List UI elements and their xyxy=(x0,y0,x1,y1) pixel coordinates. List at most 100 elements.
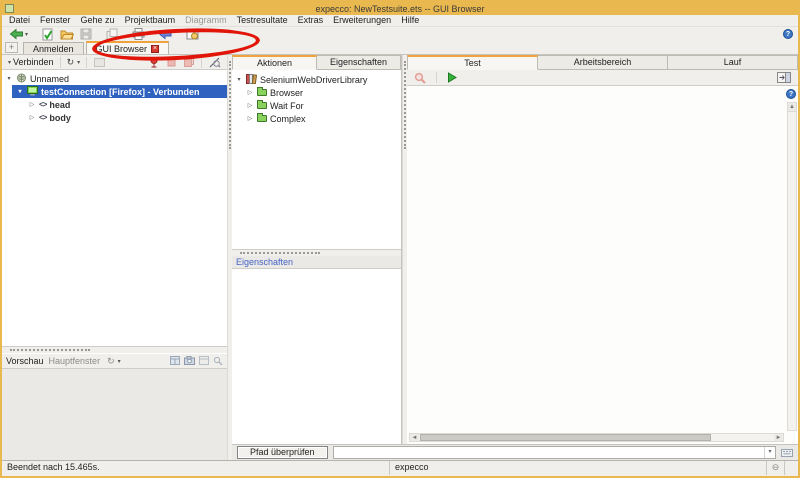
tree-row-complex[interactable]: ▷ Complex xyxy=(232,112,401,125)
menu-testresultate[interactable]: Testresultate xyxy=(232,15,293,26)
menu-datei[interactable]: Datei xyxy=(4,15,35,26)
accept-document-button[interactable] xyxy=(39,28,57,41)
tab-eigenschaften[interactable]: Eigenschaften xyxy=(317,55,401,70)
camera-icon[interactable] xyxy=(184,356,195,367)
tree-row-browser[interactable]: ▷ Browser xyxy=(232,86,401,99)
actions-panel: Aktionen Eigenschaften ▾ SeleniumWebDriv… xyxy=(232,55,402,444)
printer-icon xyxy=(132,28,145,40)
tree-row-wait-for[interactable]: ▷ Wait For xyxy=(232,99,401,112)
path-input[interactable]: ▾ xyxy=(333,446,776,459)
run-button[interactable] xyxy=(444,71,460,84)
scrollbar-thumb[interactable] xyxy=(420,434,711,441)
status-message: Beendet nach 15.465s. xyxy=(2,461,390,475)
window-grid-icon[interactable] xyxy=(170,356,180,367)
menu-projektbaum[interactable]: Projektbaum xyxy=(120,15,181,26)
scroll-up-icon[interactable]: ▲ xyxy=(788,103,796,112)
copy-icon xyxy=(106,28,118,40)
html-element-icon: <> xyxy=(39,113,46,122)
scroll-left-icon[interactable]: ◄ xyxy=(410,434,419,441)
title-bar: expecco: NewTestsuite.ets -- GUI Browser xyxy=(2,2,798,15)
app-window: expecco: NewTestsuite.ets -- GUI Browser… xyxy=(0,0,800,478)
main-toolbar: ▾ ? xyxy=(2,27,798,41)
tab-lauf[interactable]: Lauf xyxy=(668,55,798,70)
add-tab-button[interactable]: + xyxy=(5,42,18,53)
status-app-name: expecco xyxy=(390,461,767,475)
tree-row-head[interactable]: ▷ <> head xyxy=(2,98,227,111)
tree-label: Complex xyxy=(270,114,306,124)
horizontal-scrollbar[interactable]: ◄ ► xyxy=(409,433,784,442)
expander-icon[interactable]: ▷ xyxy=(28,114,36,121)
tab-gui-browser[interactable]: GUI Browser × xyxy=(86,41,170,54)
properties-area xyxy=(232,268,401,444)
menu-gehe-zu[interactable]: Gehe zu xyxy=(76,15,120,26)
expander-icon[interactable]: ▷ xyxy=(28,101,36,108)
refresh-button[interactable]: ↻ ▾ xyxy=(65,57,83,68)
connect-label: Verbinden xyxy=(13,57,54,67)
dom-tree: ▾ Unnamed ▾ testConnection [Firefox] - V… xyxy=(2,70,227,347)
preview-refresh-button[interactable]: ↻ ▾ xyxy=(105,356,123,367)
vertical-scrollbar[interactable]: ▲ xyxy=(787,102,797,431)
expander-icon[interactable]: ▷ xyxy=(246,115,254,122)
print-button[interactable] xyxy=(129,28,148,41)
record-button[interactable] xyxy=(146,56,162,69)
tree-row-testconnection[interactable]: ▾ testConnection [Firefox] - Verbunden xyxy=(12,85,227,98)
tree-row-body[interactable]: ▷ <> body xyxy=(2,111,227,124)
help-icon[interactable]: ? xyxy=(786,89,796,99)
tree-row-library[interactable]: ▾ SeleniumWebDriverLibrary xyxy=(232,73,401,86)
tab-aktionen[interactable]: Aktionen xyxy=(232,55,317,70)
undo-button[interactable] xyxy=(156,28,175,41)
window-clock-icon xyxy=(186,28,199,40)
expander-icon[interactable]: ▷ xyxy=(246,102,254,109)
stop-icon xyxy=(167,58,176,67)
test-toolbar xyxy=(407,70,798,86)
window-snapshot-icon xyxy=(94,58,105,67)
gui-tree-panel: ▾ Verbinden ↻ ▾ xyxy=(2,55,227,460)
horizontal-splitter[interactable] xyxy=(2,347,227,353)
actions-tab-bar: Aktionen Eigenschaften xyxy=(232,55,401,70)
inspect-magnifier-icon xyxy=(209,57,221,68)
menu-diagramm: Diagramm xyxy=(180,15,232,26)
document-check-icon xyxy=(42,28,54,41)
chevron-down-icon[interactable]: ▾ xyxy=(25,31,28,38)
expander-icon[interactable]: ▾ xyxy=(5,75,13,82)
help-icon[interactable]: ? xyxy=(783,29,793,39)
hauptfenster-label[interactable]: Hauptfenster xyxy=(49,356,101,366)
tab-test[interactable]: Test xyxy=(407,55,538,70)
horizontal-splitter[interactable] xyxy=(232,250,401,256)
menu-hilfe[interactable]: Hilfe xyxy=(396,15,424,26)
search-button xyxy=(411,71,429,84)
save-button xyxy=(77,28,95,41)
scroll-right-icon[interactable]: ► xyxy=(774,434,783,441)
menu-extras[interactable]: Extras xyxy=(293,15,329,26)
vorschau-label[interactable]: Vorschau xyxy=(6,356,44,366)
cube-icon xyxy=(184,57,194,67)
input-dropdown-icon[interactable]: ▾ xyxy=(764,447,775,458)
toggle-sidebar-button[interactable] xyxy=(774,71,794,84)
preview-toolbar: Vorschau Hauptfenster ↻ ▾ xyxy=(2,353,227,369)
close-tab-icon[interactable]: × xyxy=(151,45,159,53)
tree-row-unnamed[interactable]: ▾ Unnamed xyxy=(2,72,227,85)
expander-icon[interactable]: ▾ xyxy=(16,88,24,95)
expander-icon[interactable]: ▾ xyxy=(235,76,243,83)
tree-label: body xyxy=(49,113,71,123)
connect-button[interactable]: ▾ Verbinden xyxy=(5,57,56,67)
tree-label: Wait For xyxy=(270,101,304,111)
minus-circle-icon: ⊖ xyxy=(767,461,785,475)
vertical-splitter[interactable] xyxy=(227,55,232,460)
tab-anmelden[interactable]: Anmelden xyxy=(23,42,84,54)
open-file-button[interactable] xyxy=(57,28,77,41)
menu-bar: Datei Fenster Gehe zu Projektbaum Diagra… xyxy=(2,15,798,27)
tab-label: Anmelden xyxy=(33,44,74,54)
window-refresh-button[interactable] xyxy=(183,28,202,41)
pick-element-button[interactable] xyxy=(206,56,224,69)
undo-arrow-icon xyxy=(159,29,172,40)
test-canvas[interactable]: ? ▲ ◄ ► xyxy=(407,86,798,444)
expander-icon[interactable]: ▷ xyxy=(246,89,254,96)
check-path-button[interactable]: Pfad überprüfen xyxy=(237,446,328,459)
menu-fenster[interactable]: Fenster xyxy=(35,15,76,26)
input-assist-icon[interactable] xyxy=(781,447,793,459)
menu-erweiterungen[interactable]: Erweiterungen xyxy=(328,15,396,26)
tab-arbeitsbereich[interactable]: Arbeitsbereich xyxy=(538,55,668,70)
actions-tree: ▾ SeleniumWebDriverLibrary ▷ Browser ▷ xyxy=(232,70,401,250)
back-button[interactable]: ▾ xyxy=(6,28,31,41)
